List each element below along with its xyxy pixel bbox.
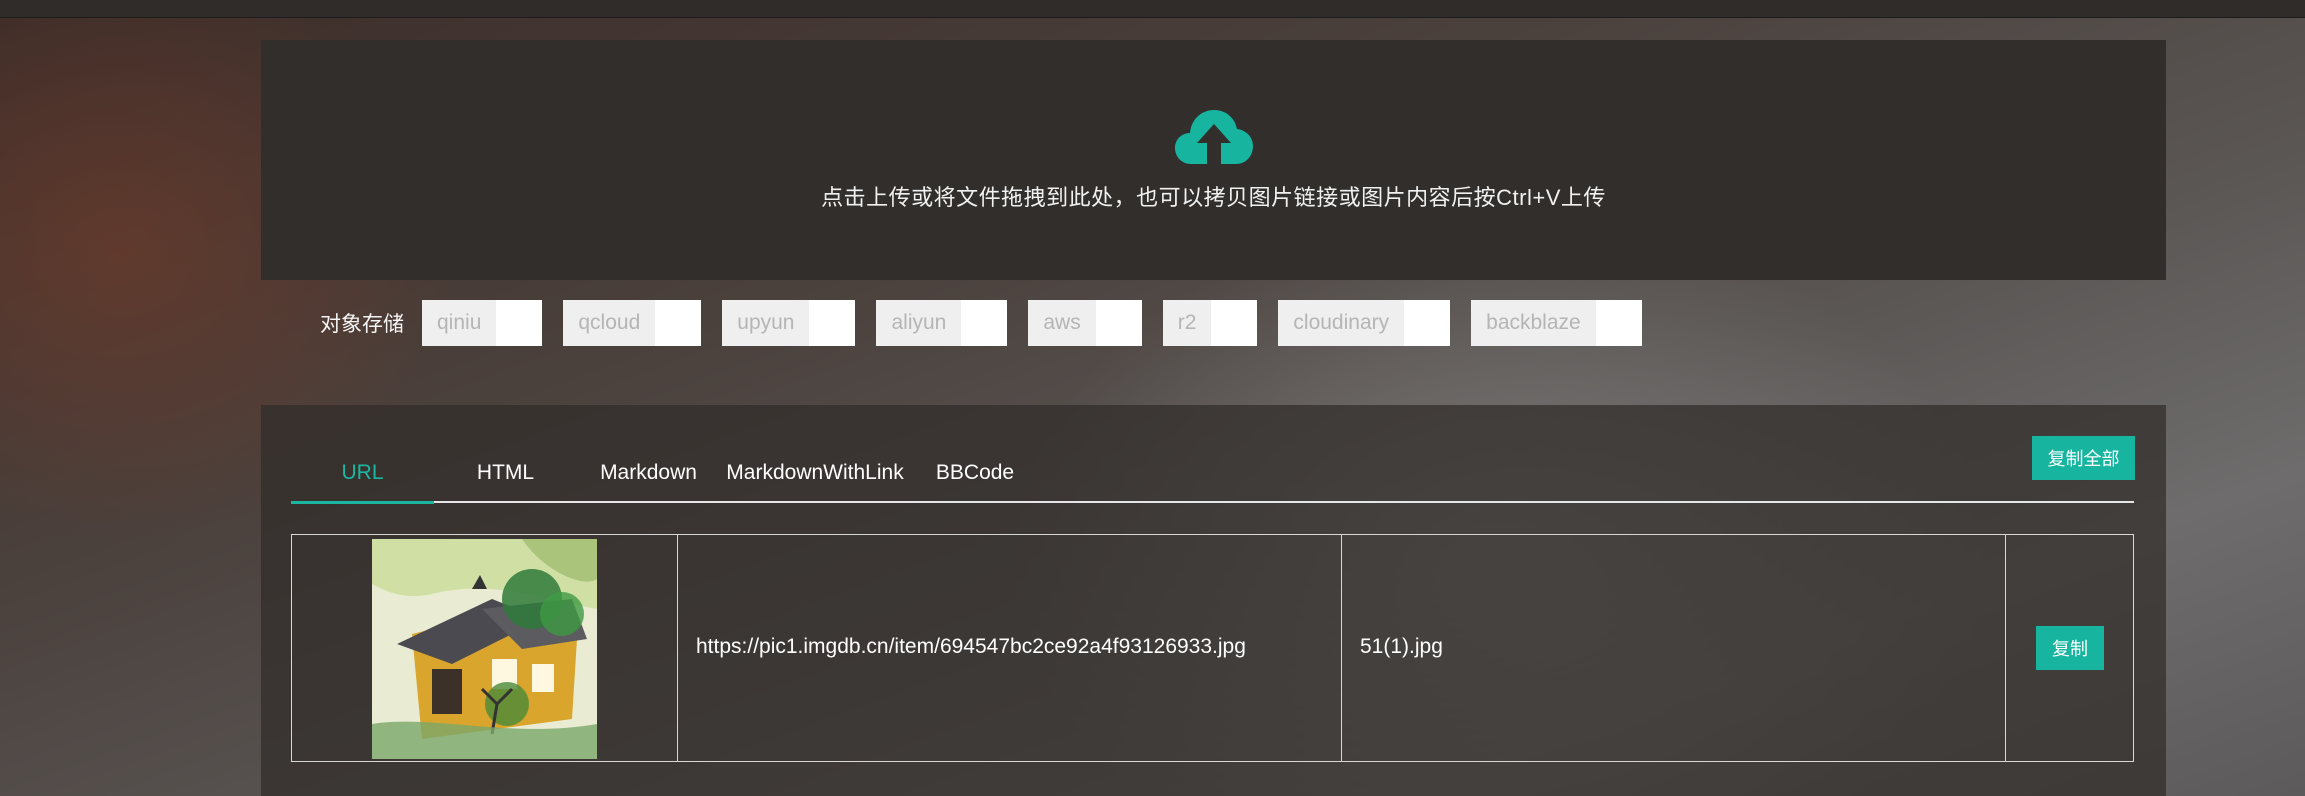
painting-image <box>372 539 597 759</box>
top-bar <box>0 0 2305 18</box>
filename-cell: 51(1).jpg <box>1341 535 2006 761</box>
storage-option-label: qcloud <box>563 300 656 346</box>
copy-all-button[interactable]: 复制全部 <box>2032 436 2135 480</box>
tab-bbcode[interactable]: BBCode <box>910 445 1040 501</box>
upload-dropzone[interactable]: 点击上传或将文件拖拽到此处，也可以拷贝图片链接或图片内容后按Ctrl+V上传 <box>261 40 2166 280</box>
tab-url[interactable]: URL <box>291 445 434 504</box>
storage-option-toggle[interactable] <box>961 300 1008 346</box>
action-cell: 复制 <box>2005 535 2133 761</box>
storage-option-label: backblaze <box>1471 300 1596 346</box>
storage-option-toggle[interactable] <box>809 300 856 346</box>
storage-option-toggle[interactable] <box>496 300 543 346</box>
storage-selector: 对象存储 qiniu qcloud upyun aliyun aws r2 cl… <box>320 300 1663 346</box>
image-url[interactable]: https://pic1.imgdb.cn/item/694547bc2ce92… <box>696 635 1246 659</box>
storage-option-r2[interactable]: r2 <box>1162 300 1258 346</box>
storage-option-toggle[interactable] <box>1211 300 1258 346</box>
format-tabs: URL HTML Markdown MarkdownWithLink BBCod… <box>291 445 2134 504</box>
storage-option-label: qiniu <box>422 300 497 346</box>
storage-option-label: upyun <box>722 300 810 346</box>
cloud-upload-icon <box>1174 110 1253 164</box>
storage-option-aws[interactable]: aws <box>1028 300 1142 346</box>
url-cell: https://pic1.imgdb.cn/item/694547bc2ce92… <box>677 535 1342 761</box>
storage-option-toggle[interactable] <box>1404 300 1451 346</box>
thumbnail-cell <box>292 535 678 761</box>
storage-option-label: r2 <box>1162 300 1212 346</box>
storage-option-upyun[interactable]: upyun <box>722 300 856 346</box>
upload-hint: 点击上传或将文件拖拽到此处，也可以拷贝图片链接或图片内容后按Ctrl+V上传 <box>821 185 1606 210</box>
result-panel: URL HTML Markdown MarkdownWithLink BBCod… <box>261 405 2166 796</box>
storage-option-toggle[interactable] <box>655 300 702 346</box>
storage-option-label: aws <box>1028 300 1096 346</box>
storage-option-aliyun[interactable]: aliyun <box>876 300 1008 346</box>
copy-button[interactable]: 复制 <box>2036 626 2104 670</box>
tab-markdown[interactable]: Markdown <box>577 445 720 501</box>
storage-option-label: cloudinary <box>1278 300 1405 346</box>
tab-html[interactable]: HTML <box>434 445 577 501</box>
image-thumbnail[interactable] <box>372 539 597 759</box>
image-filename: 51(1).jpg <box>1360 635 1443 658</box>
result-table: https://pic1.imgdb.cn/item/694547bc2ce92… <box>291 534 2134 762</box>
tab-markdown-with-link[interactable]: MarkdownWithLink <box>720 445 910 501</box>
storage-option-toggle[interactable] <box>1595 300 1642 346</box>
storage-label: 对象存储 <box>320 313 404 336</box>
storage-option-backblaze[interactable]: backblaze <box>1471 300 1642 346</box>
storage-option-qiniu[interactable]: qiniu <box>422 300 543 346</box>
storage-option-qcloud[interactable]: qcloud <box>563 300 702 346</box>
storage-option-label: aliyun <box>876 300 962 346</box>
storage-option-toggle[interactable] <box>1095 300 1142 346</box>
storage-option-cloudinary[interactable]: cloudinary <box>1278 300 1451 346</box>
